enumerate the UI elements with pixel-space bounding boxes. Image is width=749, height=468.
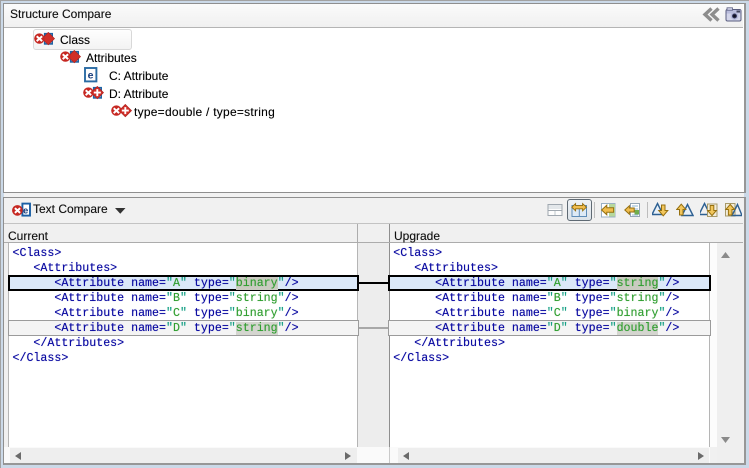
svg-text:e: e — [23, 206, 28, 217]
svg-text:e: e — [88, 69, 94, 81]
